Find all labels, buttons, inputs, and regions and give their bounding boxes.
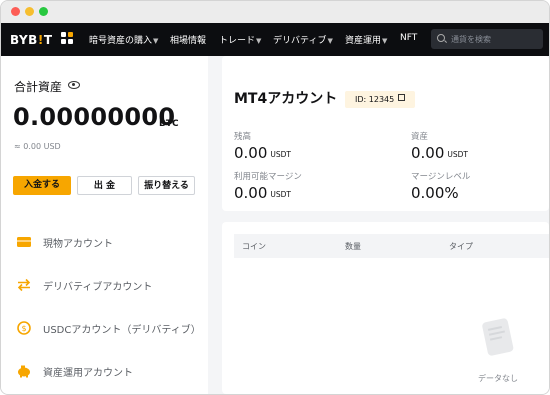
empty-document-icon — [482, 318, 514, 356]
account-label: デリバティブアカウント — [43, 282, 153, 293]
account-id-badge[interactable]: ID: 12345 — [345, 91, 416, 108]
search-icon — [437, 34, 445, 42]
asset-sidebar: 合計資産 0.00000000 BTC ≈ 0.00 USD 入金する 出 金 … — [1, 56, 208, 394]
account-item-derivatives[interactable]: デリバティブアカウント — [1, 265, 208, 305]
balance-label: 残高 — [234, 132, 252, 142]
mt4-title: MT4アカウント — [234, 91, 338, 107]
available-margin-label: 利用可能マージン — [234, 172, 302, 182]
copy-icon[interactable] — [398, 94, 406, 101]
nav-item-derivatives[interactable]: デリバティブ▼ — [273, 33, 333, 46]
equity-label: 資産 — [411, 132, 429, 142]
transfer-button[interactable]: 振り替える — [138, 176, 195, 195]
apps-grid-icon[interactable] — [61, 32, 74, 45]
table-header: コイン 数量 タイプ — [234, 234, 549, 258]
app-window: BYB!T 暗号資産の購入▼ 相場情報 トレード▼ デリバティブ▼ 資産運用▼ … — [0, 0, 550, 395]
account-label: 資産運用アカウント — [43, 368, 133, 379]
account-label: USDCアカウント（デリバティブ） — [43, 325, 201, 336]
account-item-spot[interactable]: 現物アカウント — [1, 222, 208, 262]
svg-text:$: $ — [21, 324, 26, 333]
account-item-usdc[interactable]: $ USDCアカウント（デリバティブ） — [1, 308, 208, 348]
search-placeholder: 通貨を検索 — [451, 35, 491, 44]
account-id: ID: 12345 — [355, 95, 395, 104]
maximize-window-button[interactable] — [39, 7, 48, 16]
nav-item-nft[interactable]: NFT — [400, 33, 417, 43]
window-titlebar — [1, 1, 549, 23]
usdc-coin-icon: $ — [17, 321, 31, 335]
wallet-icon — [17, 237, 31, 247]
piggy-bank-icon — [18, 365, 30, 378]
balance-unit: BTC — [159, 119, 179, 129]
nav-item-buy-crypto[interactable]: 暗号資産の購入▼ — [89, 33, 158, 46]
bybit-logo[interactable]: BYB!T — [10, 33, 53, 47]
account-label: 現物アカウント — [43, 239, 113, 250]
nav-item-trade[interactable]: トレード▼ — [219, 33, 261, 46]
total-balance: 0.00000000 — [13, 103, 176, 131]
search-input[interactable]: 通貨を検索 — [431, 29, 543, 49]
mt4-account-card: MT4アカウント ID: 12345 残高 0.00 USDT 資産 0.00 US… — [222, 56, 549, 211]
available-margin-value: 0.00 USDT — [234, 184, 292, 202]
nav-item-earn[interactable]: 資産運用▼ — [345, 33, 387, 46]
column-header-type: タイプ — [449, 242, 473, 251]
margin-level-value: 0.00% — [411, 184, 459, 202]
margin-level-label: マージンレベル — [411, 172, 471, 182]
balance-usd-equivalent: ≈ 0.00 USD — [14, 142, 61, 151]
deposit-button[interactable]: 入金する — [13, 176, 71, 195]
nav-item-markets[interactable]: 相場情報 — [170, 33, 206, 46]
empty-state-text: データなし — [478, 374, 518, 383]
holdings-table-card: コイン 数量 タイプ データなし — [222, 222, 549, 394]
top-nav: BYB!T 暗号資産の購入▼ 相場情報 トレード▼ デリバティブ▼ 資産運用▼ … — [1, 23, 549, 56]
close-window-button[interactable] — [11, 7, 20, 16]
column-header-quantity: 数量 — [345, 242, 361, 251]
swap-arrows-icon — [17, 278, 31, 292]
minimize-window-button[interactable] — [25, 7, 34, 16]
total-assets-label: 合計資産 — [14, 80, 63, 94]
eye-icon[interactable] — [68, 81, 80, 89]
balance-value: 0.00 USDT — [234, 144, 292, 162]
withdraw-button[interactable]: 出 金 — [77, 176, 132, 195]
account-item-earn[interactable]: 資産運用アカウント — [1, 351, 208, 391]
column-header-coin: コイン — [242, 242, 266, 251]
equity-value: 0.00 USDT — [411, 144, 469, 162]
